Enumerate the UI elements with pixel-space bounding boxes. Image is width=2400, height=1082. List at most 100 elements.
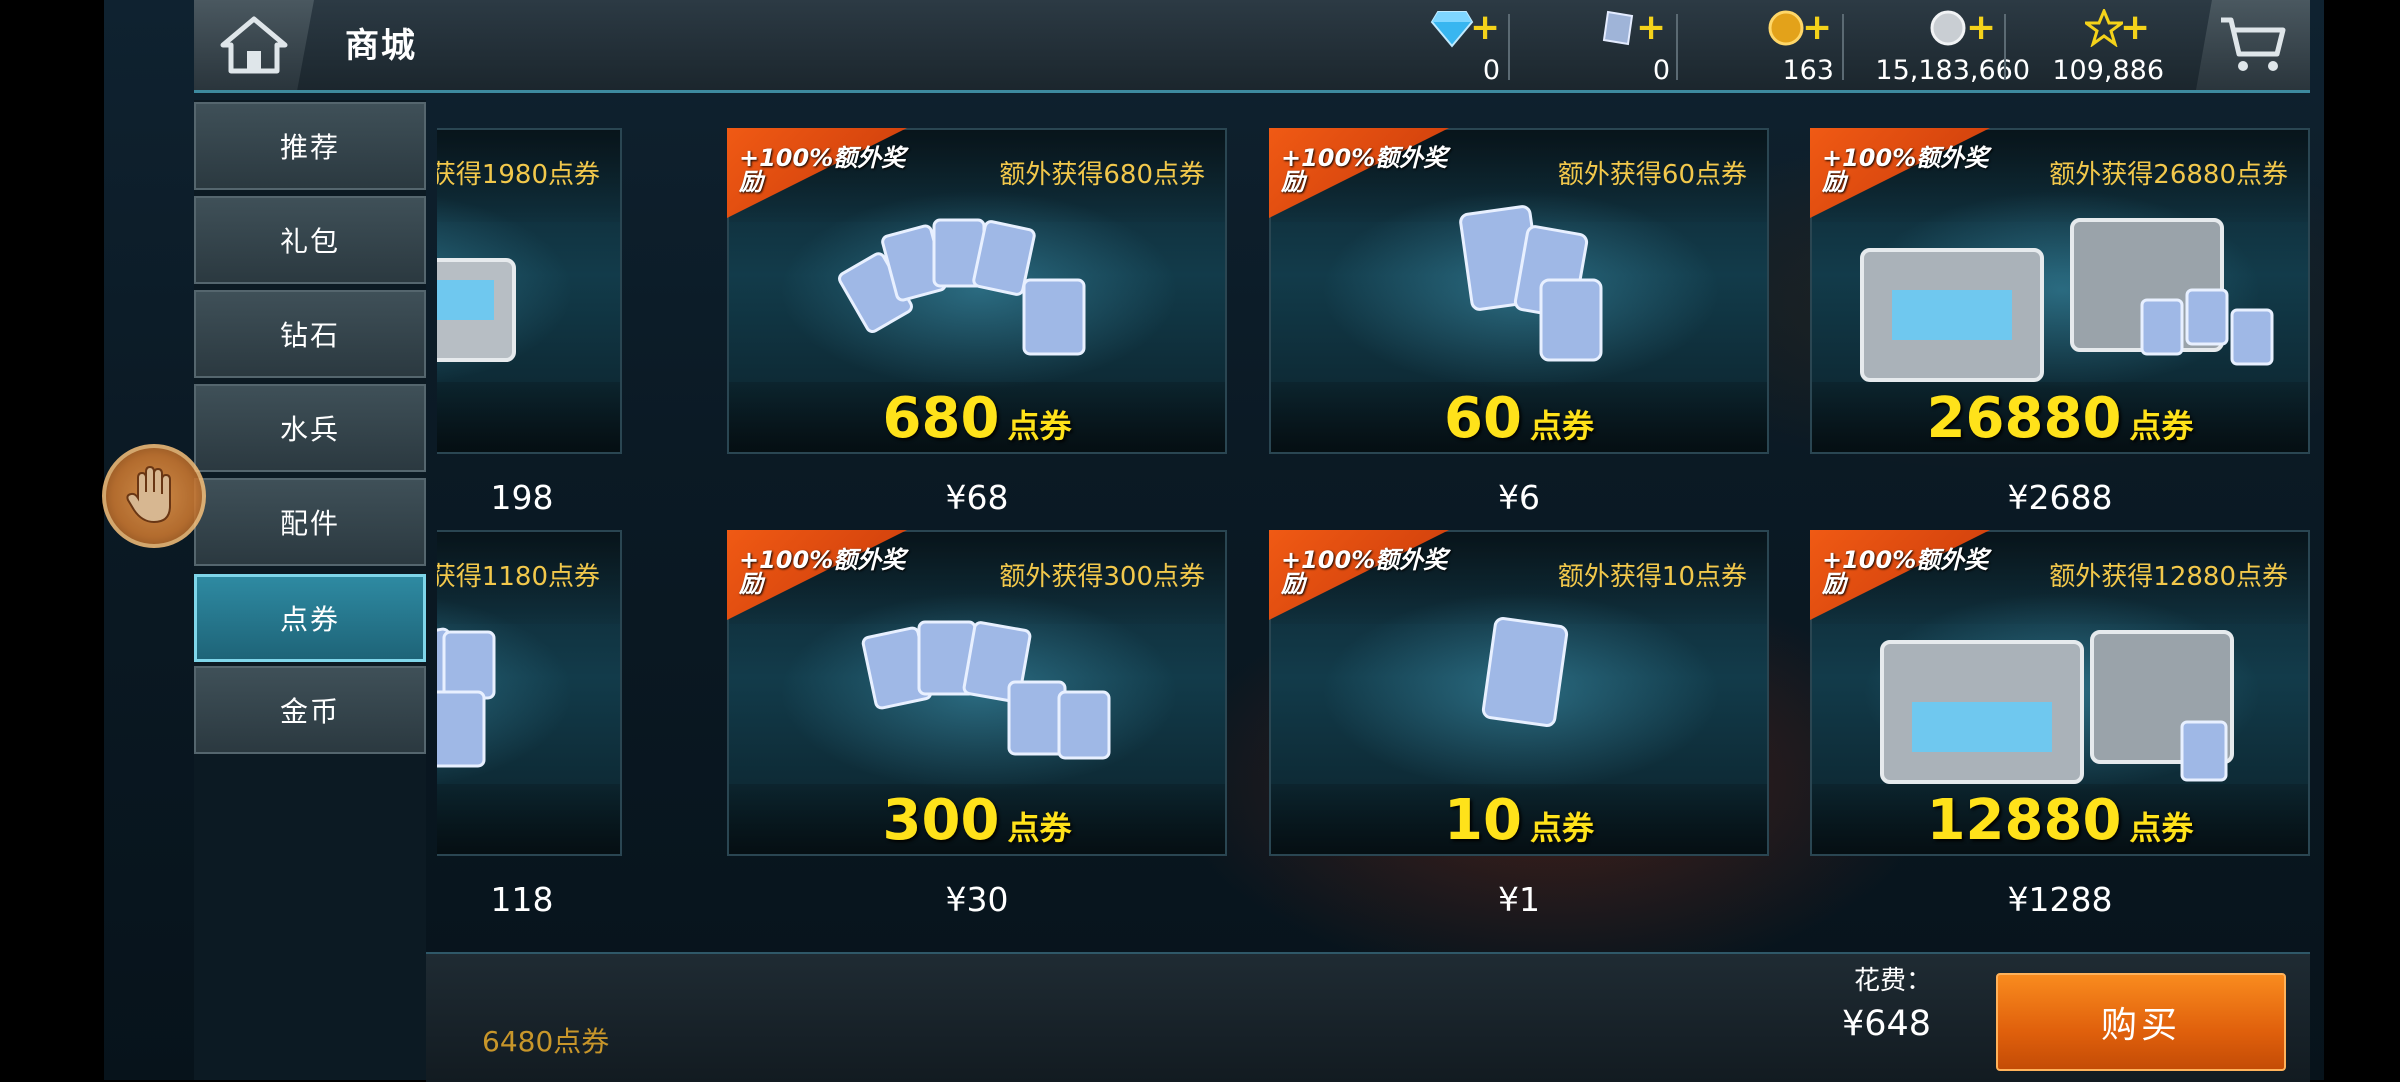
cart-button[interactable] xyxy=(2196,0,2310,90)
price-value: 118 xyxy=(490,880,554,919)
currency-symbol: ¥ xyxy=(945,478,967,517)
amount-value: 60 xyxy=(1444,386,1522,451)
product-card[interactable]: +100%额外奖励 额外获得26880点券 26880 点券 ¥2688 xyxy=(1810,128,2310,517)
price-value: 68 xyxy=(966,478,1009,517)
currency-divider xyxy=(1676,14,1678,80)
product-card[interactable]: 额外获得1180点券 点券 118 xyxy=(437,530,622,919)
cart-icon xyxy=(2221,17,2286,71)
home-icon xyxy=(220,16,288,74)
sidebar-item-parts[interactable]: 配件 xyxy=(194,478,426,566)
amount-label: 680 点券 xyxy=(727,386,1227,451)
sidebar-item-sailors[interactable]: 水兵 xyxy=(194,384,426,472)
amount-label: 点券 xyxy=(437,788,562,834)
price-value: 1 xyxy=(1519,880,1540,919)
sidebar: 推荐 礼包 钻石 水兵 配件 点券 金币 xyxy=(194,100,426,1080)
amount-label: 26880 点券 xyxy=(1810,386,2310,451)
ribbon-text: +100%额外奖励 xyxy=(1822,144,1989,196)
sidebar-item-vouchers[interactable]: 点券 xyxy=(194,574,426,662)
star-add-icon[interactable]: + xyxy=(2120,10,2150,46)
price-value: 6 xyxy=(1519,478,1540,517)
sidebar-item-diamonds[interactable]: 钻石 xyxy=(194,290,426,378)
currency-divider xyxy=(1508,14,1510,80)
sidebar-item-packs[interactable]: 礼包 xyxy=(194,196,426,284)
product-card[interactable]: +100%额外奖励 额外获得300点券 300 点券 ¥30 xyxy=(727,530,1227,919)
bonus-text: 额外获得26880点券 xyxy=(2049,160,2288,190)
amount-value: 680 xyxy=(882,386,1000,451)
sidebar-item-label: 推荐 xyxy=(279,131,340,164)
currency-symbol: ¥ xyxy=(1498,880,1519,919)
amount-value: 26880 xyxy=(1926,386,2122,451)
product-card[interactable]: +100%额外奖励 额外获得12880点券 12880 点券 ¥1288 xyxy=(1810,530,2310,919)
price-label: 198 xyxy=(437,478,772,517)
cost-label: 花费： xyxy=(1854,966,1933,996)
sidebar-item-recommend[interactable]: 推荐 xyxy=(194,102,426,190)
ribbon-text: +100%额外奖励 xyxy=(739,144,906,196)
product-card[interactable]: +100%额外奖励 额外获得680点券 680 点券 ¥68 xyxy=(727,128,1227,517)
amount-label: 60 点券 xyxy=(1269,386,1769,451)
product-card[interactable]: +100%额外奖励 额外获得10点券 10 点券 ¥1 xyxy=(1269,530,1769,919)
diamond-icon xyxy=(1430,6,1474,50)
sidebar-item-label: 钻石 xyxy=(279,319,340,352)
balance-note: 6480点券 xyxy=(482,1025,610,1058)
voucher-fan-icon xyxy=(437,627,496,768)
voucher-icon xyxy=(1596,6,1640,50)
ribbon-text: +100%额外奖励 xyxy=(739,546,906,598)
price-label: ¥6 xyxy=(1269,478,1769,517)
price-label: 118 xyxy=(437,880,772,919)
currency-symbol: ¥ xyxy=(2007,880,2029,919)
floating-hand-button[interactable] xyxy=(102,444,206,548)
diamond-value: 0 xyxy=(1482,55,1500,86)
bonus-text: 额外获得12880点券 xyxy=(2049,562,2288,592)
sidebar-item-gold[interactable]: 金币 xyxy=(194,666,426,754)
product-card[interactable]: 额外获得1980点券 点券 198 xyxy=(437,128,622,517)
buy-button[interactable]: 购买 xyxy=(1996,973,2286,1071)
hand-icon xyxy=(126,465,171,524)
price-label: ¥2688 xyxy=(1810,478,2310,517)
amount-unit: 点券 xyxy=(1529,809,1594,847)
price-value: 30 xyxy=(966,880,1009,919)
price-value: 2688 xyxy=(2028,478,2113,517)
star-currency[interactable]: + 109,886 xyxy=(2030,6,2164,86)
ribbon-text: +100%额外奖励 xyxy=(1281,144,1448,196)
amount-value: 300 xyxy=(882,788,1000,853)
price-label: ¥68 xyxy=(727,478,1227,517)
buy-button-label: 购买 xyxy=(2100,1005,2181,1046)
amount-value: 12880 xyxy=(1926,788,2122,853)
diamond-currency[interactable]: + 0 xyxy=(1420,6,1500,86)
diamond-add-icon[interactable]: + xyxy=(1470,10,1500,46)
voucher-cases-icon xyxy=(1860,218,2274,382)
voucher-single-icon xyxy=(1481,617,1569,727)
silver-currency[interactable]: + 15,183,660 xyxy=(1850,6,2030,87)
page-title: 商城 xyxy=(345,26,417,66)
price-value: 198 xyxy=(490,478,554,517)
amount-label: 12880 点券 xyxy=(1810,788,2310,853)
voucher-fan-icon xyxy=(861,620,1111,760)
voucher-add-icon[interactable]: + xyxy=(1636,10,1666,46)
bonus-text: 额外获得680点券 xyxy=(999,160,1205,190)
currency-divider xyxy=(2004,14,2006,80)
sidebar-item-label: 金币 xyxy=(279,695,340,728)
star-value: 109,886 xyxy=(2052,55,2164,86)
sidebar-item-label: 配件 xyxy=(279,507,340,540)
gold-add-icon[interactable]: + xyxy=(1802,10,1832,46)
currency-divider xyxy=(1842,14,1844,80)
amount-label: 点券 xyxy=(437,386,562,432)
gold-currency[interactable]: + 163 xyxy=(1710,6,1834,86)
currency-symbol: ¥ xyxy=(2007,478,2029,517)
product-card[interactable]: +100%额外奖励 额外获得60点券 60 点券 ¥6 xyxy=(1269,128,1769,517)
currency-symbol: ¥ xyxy=(945,880,967,919)
silver-add-icon[interactable]: + xyxy=(1966,10,1996,46)
voucher-stack-icon xyxy=(1459,205,1603,362)
price-value: 1288 xyxy=(2028,880,2113,919)
voucher-currency[interactable]: + 0 xyxy=(1590,6,1670,86)
bonus-text: 额外获得300点券 xyxy=(999,562,1205,592)
bonus-text: 额外获得1180点券 xyxy=(437,562,600,592)
home-button[interactable] xyxy=(194,0,314,90)
amount-label: 300 点券 xyxy=(727,788,1227,853)
bonus-text: 额外获得60点券 xyxy=(1557,160,1747,190)
voucher-case-icon xyxy=(1880,630,2234,784)
price-label: ¥1288 xyxy=(1810,880,2310,919)
silver-value: 15,183,660 xyxy=(1875,55,2030,86)
silver-coin-icon xyxy=(1926,6,1970,50)
bonus-text: 额外获得1980点券 xyxy=(437,160,600,190)
